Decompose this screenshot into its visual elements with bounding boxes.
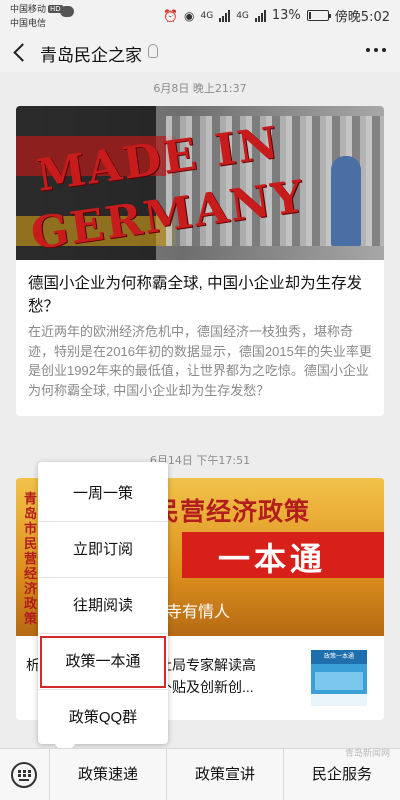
battery-icon <box>306 10 331 21</box>
menu-item-past-issues[interactable]: 往期阅读 <box>38 578 168 634</box>
menu-item-weekly-policy[interactable]: 一周一策 <box>38 466 168 522</box>
thumb-label: 政策一本通 <box>311 650 367 664</box>
battery-percent: 13% <box>271 8 301 23</box>
cover-title: 民营经济政策 <box>154 497 311 526</box>
worker-figure <box>331 156 361 246</box>
menu-item-policy-handbook[interactable]: 政策一本通 <box>38 634 168 690</box>
message-timestamp: 6月8日 晚上21:37 <box>153 82 247 95</box>
carrier-1: 中国移动 HD <box>10 2 63 15</box>
article-cover-image: MADE IN GERMANY <box>16 106 384 260</box>
network-1-label: 4G <box>200 10 214 21</box>
nav-bar: 青岛民企之家 <box>0 32 400 72</box>
sub-article-title-line-1[interactable]: 人社局专家解读高 <box>144 654 304 676</box>
clock: 傍晚5:02 <box>334 10 390 25</box>
menu-tab-policy-express[interactable]: 政策速递 <box>50 749 167 800</box>
battery-fill <box>308 12 311 19</box>
status-icons: ⏰ ◉ 4G 4G 13% 傍晚5:02 <box>163 6 390 25</box>
alarm-icon: ⏰ <box>163 8 178 23</box>
menu-item-policy-qq-group[interactable]: 政策QQ群 <box>38 690 168 746</box>
menu-tab-policy-briefing[interactable]: 政策宣讲 <box>167 749 284 800</box>
menu-item-subscribe[interactable]: 立即订阅 <box>38 522 168 578</box>
cover-caption: 寺有情人 <box>166 604 231 621</box>
keyboard-toggle-button[interactable] <box>0 749 50 800</box>
wechat-icon <box>60 6 74 17</box>
eye-comfort-icon: ◉ <box>184 8 195 23</box>
ear-icon <box>148 44 158 58</box>
article-digest: 在近两年的欧洲经济危机中，德国经济一枝独秀，堪称奇迹，特别是在2016年初的数据… <box>28 324 372 398</box>
sub-article-title-line-2[interactable]: 房补贴及创新创... <box>144 676 304 698</box>
sub-article-thumbnail[interactable]: 政策一本通 <box>311 650 367 706</box>
submenu-popup: 一周一策 立即订阅 往期阅读 政策一本通 政策QQ群 <box>38 462 168 744</box>
page-title: 青岛民企之家 <box>40 46 142 65</box>
bottom-menu-bar: 政策速递 政策宣讲 民企服务 <box>0 748 400 800</box>
carrier-1-label: 中国移动 <box>10 5 47 15</box>
network-2-label: 4G <box>236 10 249 21</box>
watermark-logo: 青岛新闻网 <box>344 749 390 759</box>
cover-big-text: 一本通 <box>218 540 327 578</box>
more-icon[interactable] <box>366 48 386 52</box>
article-title[interactable]: 德国小企业为何称霸全球, 中国小企业却为生存发愁？ <box>28 272 374 318</box>
article-card[interactable]: MADE IN GERMANY 德国小企业为何称霸全球, 中国小企业却为生存发愁… <box>16 106 384 416</box>
signal-2-icon <box>254 9 266 22</box>
status-bar: 中国移动 HD 中国电信 ⏰ ◉ 4G 4G 13% 傍晚5:02 <box>0 0 400 32</box>
carrier-2: 中国电信 <box>10 19 47 29</box>
back-arrow-icon[interactable] <box>8 38 34 66</box>
keyboard-icon <box>11 762 37 788</box>
signal-1-icon <box>219 9 231 22</box>
